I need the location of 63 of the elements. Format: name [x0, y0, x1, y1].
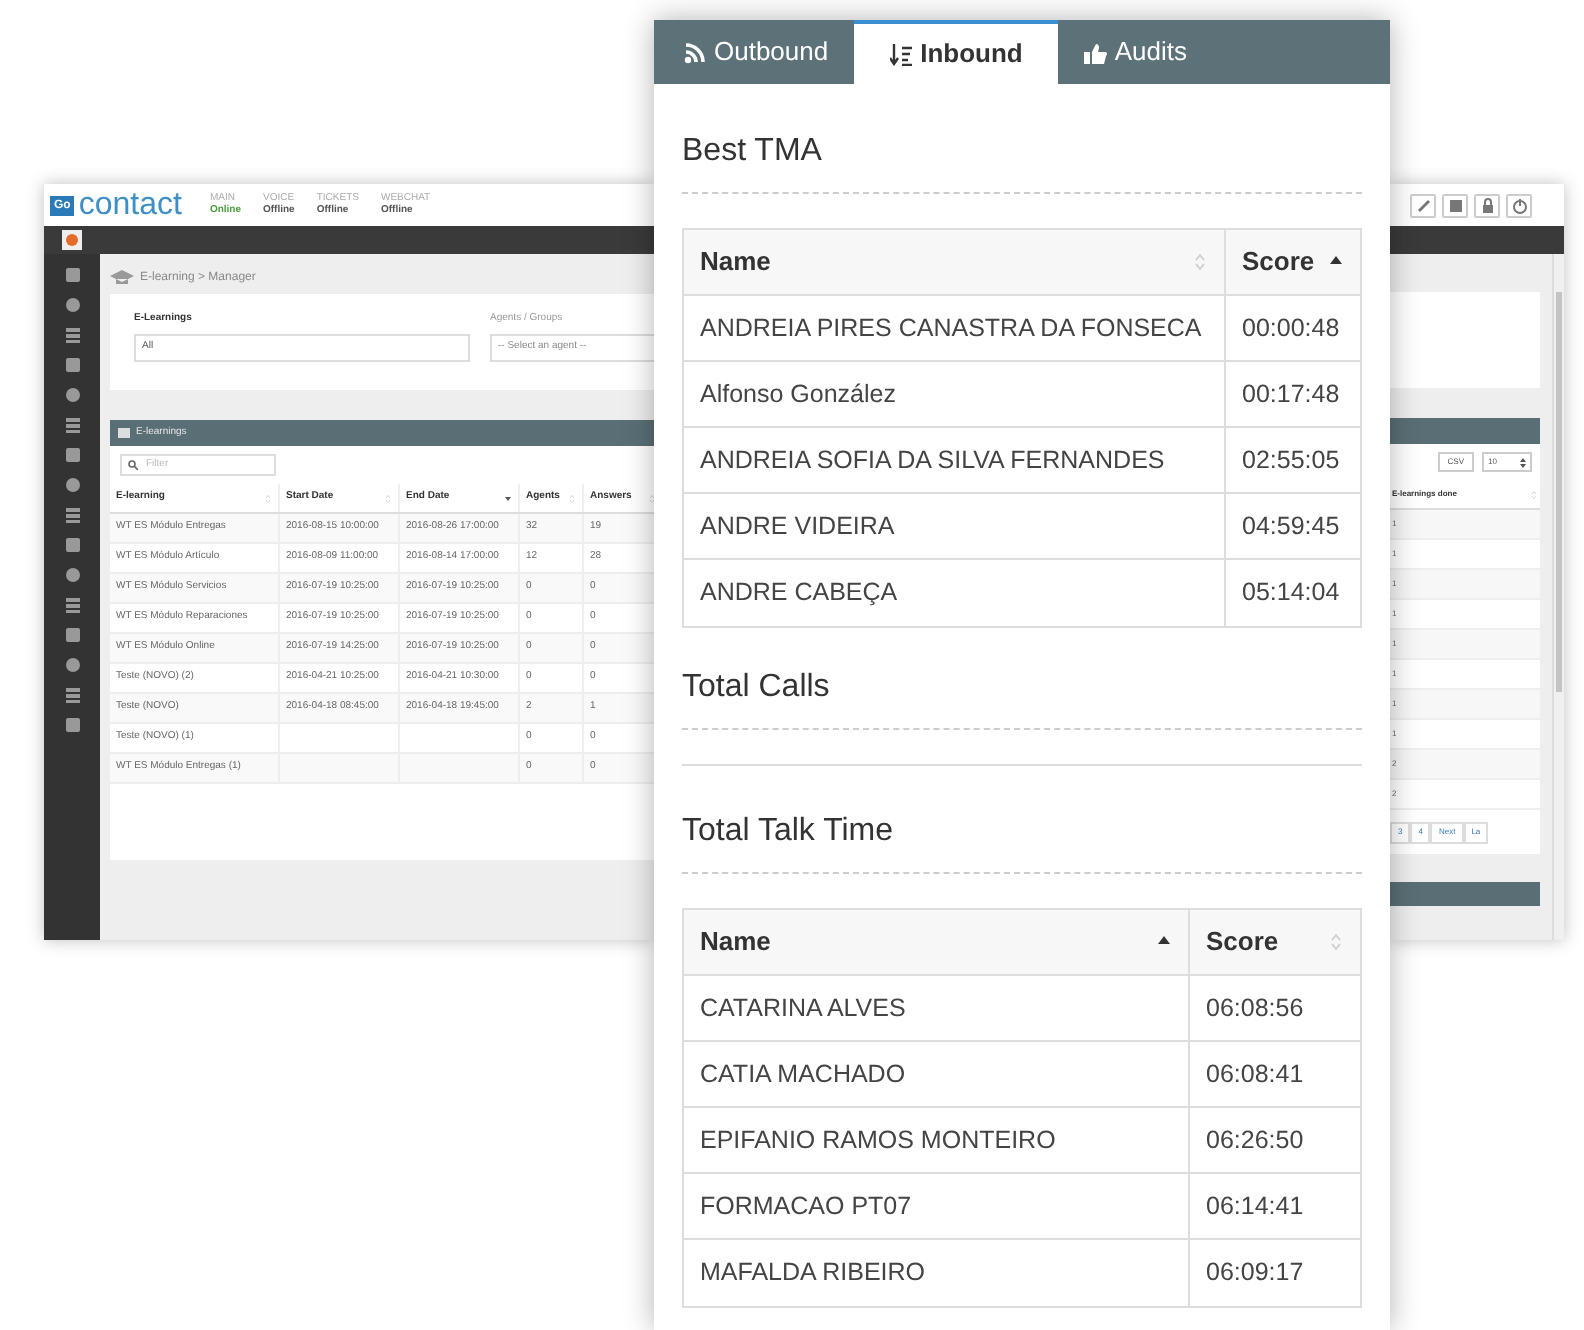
table-cell-text: ANDRE VIDEIRA: [700, 509, 895, 544]
scrollbar[interactable]: [1552, 254, 1564, 940]
section-title: Total Calls: [682, 668, 832, 708]
table-cell-text: 00:17:48: [1242, 377, 1340, 412]
toolbar-button[interactable]: [1474, 193, 1500, 217]
bars-icon: [63, 686, 81, 704]
circle-icon: [63, 296, 81, 314]
section-title: Total Talk Time: [682, 812, 896, 852]
table-cell-text: 02:55:05: [1242, 443, 1340, 478]
table-cell-text: 06:08:41: [1206, 1057, 1304, 1092]
section-title: Best TMA: [682, 132, 824, 172]
table-cell-text: 06:14:41: [1206, 1189, 1304, 1224]
table-cell-text: MAFALDA RIBEIRO: [700, 1256, 926, 1291]
tab[interactable]: Audits: [1058, 20, 1214, 84]
bars-icon: [63, 596, 81, 614]
table-cell-text: ANDRE CABEÇA: [700, 576, 898, 611]
table-cell-text: ANDREIA PIRES CANASTRA DA FONSECA: [700, 311, 1202, 346]
circle-icon: [63, 566, 81, 584]
power-icon: [1509, 195, 1529, 215]
bars-icon: [63, 326, 81, 344]
avatar-icon: [62, 230, 82, 250]
table-cell-text: Alfonso González: [700, 377, 896, 412]
table-cell-text: FORMACAO PT07: [700, 1189, 912, 1224]
square-icon: [63, 716, 81, 734]
table-cell-text: 06:09:17: [1206, 1256, 1304, 1291]
square-icon: [63, 446, 81, 464]
toolbar-button[interactable]: [1506, 193, 1532, 217]
square-icon: [63, 266, 81, 284]
select-arrows-icon: [1520, 457, 1526, 467]
table-cell-text: 04:59:45: [1242, 509, 1340, 544]
circle-icon: [63, 476, 81, 494]
square-icon: [63, 626, 81, 644]
table-cell-text: CATARINA ALVES: [700, 991, 906, 1026]
circle-icon: [63, 386, 81, 404]
sort-list-icon: [890, 43, 915, 65]
column-header[interactable]: Score: [1242, 242, 1315, 282]
square-icon: [63, 536, 81, 554]
table-cell-text: EPIFANIO RAMOS MONTEIRO: [700, 1123, 1056, 1158]
document-icon: [1445, 195, 1465, 215]
circle-icon: [63, 656, 81, 674]
bars-icon: [63, 506, 81, 524]
rss-icon: [684, 41, 708, 63]
tab[interactable]: Inbound: [854, 20, 1059, 84]
column-header[interactable]: Score: [1206, 922, 1279, 962]
column-header[interactable]: Name: [700, 922, 771, 962]
column-header[interactable]: Name: [700, 242, 771, 282]
toolbar-button[interactable]: [1410, 193, 1436, 217]
table-cell-text: 06:08:56: [1206, 991, 1304, 1026]
square-icon: [63, 356, 81, 374]
toolbar-button[interactable]: [1442, 193, 1468, 217]
table-cell-text: ANDREIA SOFIA DA SILVA FERNANDES: [700, 443, 1165, 478]
tab[interactable]: Outbound: [658, 20, 855, 84]
bars-icon: [63, 416, 81, 434]
logo-text: contact: [78, 189, 182, 221]
table-cell-text: 06:26:50: [1206, 1123, 1304, 1158]
graduation-cap-icon: [110, 270, 134, 286]
search-icon: [128, 460, 138, 470]
table-cell-text: 05:14:04: [1242, 576, 1340, 611]
lock-icon: [1477, 195, 1497, 215]
table-cell-text: 00:00:48: [1242, 311, 1340, 346]
thumbs-up-icon: [1084, 41, 1109, 63]
edit-icon: [1413, 195, 1433, 215]
table-cell-text: CATIA MACHADO: [700, 1057, 906, 1092]
